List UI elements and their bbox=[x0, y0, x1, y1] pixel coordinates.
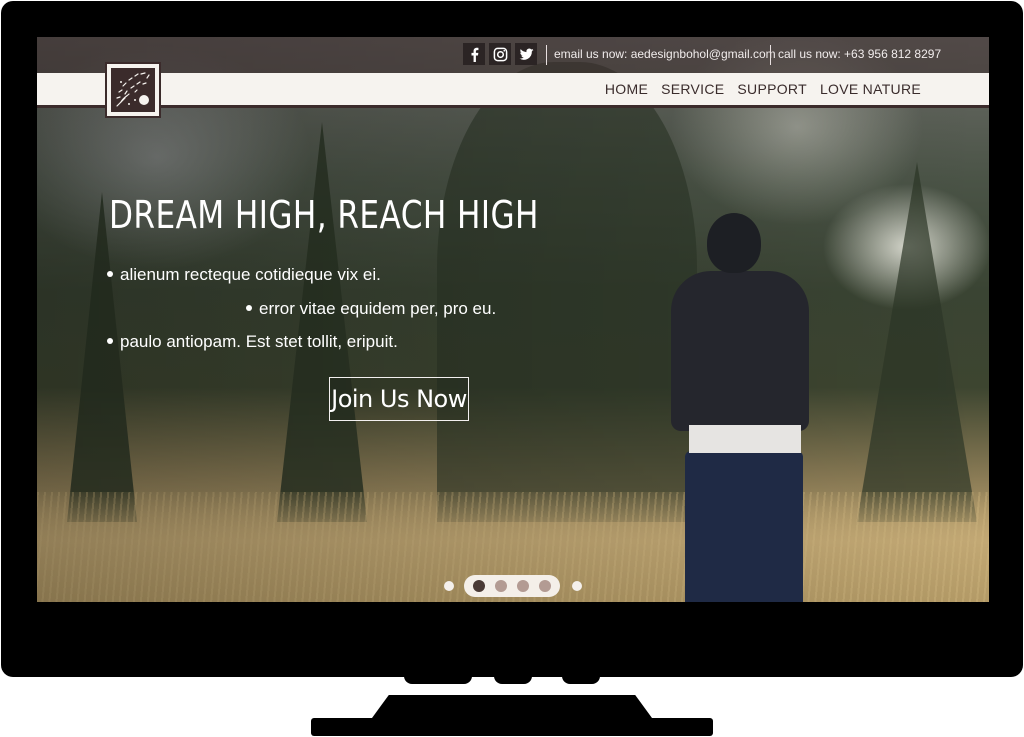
hero-bullet-text: paulo antiopam. Est stet tollit, eripuit… bbox=[120, 332, 398, 351]
hero-bullet-text: alienum recteque cotidieque vix ei. bbox=[120, 265, 381, 284]
nav-menu: HOME SERVICE SUPPORT LOVE NATURE bbox=[605, 81, 921, 97]
join-us-button[interactable]: Join Us Now bbox=[329, 377, 469, 421]
hero-title: DREAM HIGH, REACH HIGH bbox=[109, 193, 539, 237]
topbar-divider bbox=[770, 45, 771, 65]
bullet-dot bbox=[107, 270, 113, 277]
slider-dot[interactable] bbox=[517, 580, 529, 592]
slider-prev-dot[interactable] bbox=[444, 581, 454, 591]
top-info-bar: email us now: aedesignbohol@gmail.com ca… bbox=[37, 37, 989, 73]
slider-next-dot[interactable] bbox=[572, 581, 582, 591]
hero-overlay bbox=[37, 37, 989, 602]
nav-item-support[interactable]: SUPPORT bbox=[737, 81, 807, 97]
nav-item-love-nature[interactable]: LOVE NATURE bbox=[820, 81, 921, 97]
nav-item-home[interactable]: HOME bbox=[605, 81, 648, 97]
person-photo bbox=[665, 213, 815, 602]
twitter-icon[interactable] bbox=[515, 43, 537, 65]
slider-dot[interactable] bbox=[495, 580, 507, 592]
hero-bullet: alienum recteque cotidieque vix ei. bbox=[107, 265, 381, 285]
monitor-frame: email us now: aedesignbohol@gmail.com ca… bbox=[1, 1, 1023, 677]
hero-bullet-text: error vitae equidem per, pro eu. bbox=[259, 299, 497, 318]
facebook-icon[interactable] bbox=[463, 43, 485, 65]
slider-dots bbox=[464, 575, 560, 597]
monitor-foot-tab bbox=[494, 676, 532, 684]
slider-dot[interactable] bbox=[539, 580, 551, 592]
monitor-stand-neck bbox=[372, 695, 652, 718]
monitor-foot-tab bbox=[404, 676, 472, 684]
instagram-icon[interactable] bbox=[489, 43, 511, 65]
slider-dot[interactable] bbox=[473, 580, 485, 592]
phone-text[interactable]: call us now: +63 956 812 8297 bbox=[778, 47, 941, 61]
hero-bullet: error vitae equidem per, pro eu. bbox=[246, 299, 496, 319]
social-links bbox=[463, 43, 537, 65]
topbar-divider bbox=[546, 45, 547, 65]
website-screen: email us now: aedesignbohol@gmail.com ca… bbox=[37, 37, 989, 602]
main-navbar: HOME SERVICE SUPPORT LOVE NATURE bbox=[37, 73, 989, 108]
monitor-foot-tab bbox=[562, 676, 600, 684]
email-text[interactable]: email us now: aedesignbohol@gmail.com bbox=[554, 47, 776, 61]
nav-item-service[interactable]: SERVICE bbox=[661, 81, 724, 97]
monitor-stand-base bbox=[311, 718, 713, 736]
hero-bullet: paulo antiopam. Est stet tollit, eripuit… bbox=[107, 332, 398, 352]
bullet-dot bbox=[246, 304, 252, 311]
bullet-dot bbox=[107, 337, 113, 344]
logo-mark bbox=[111, 68, 155, 112]
site-logo[interactable] bbox=[105, 62, 161, 118]
